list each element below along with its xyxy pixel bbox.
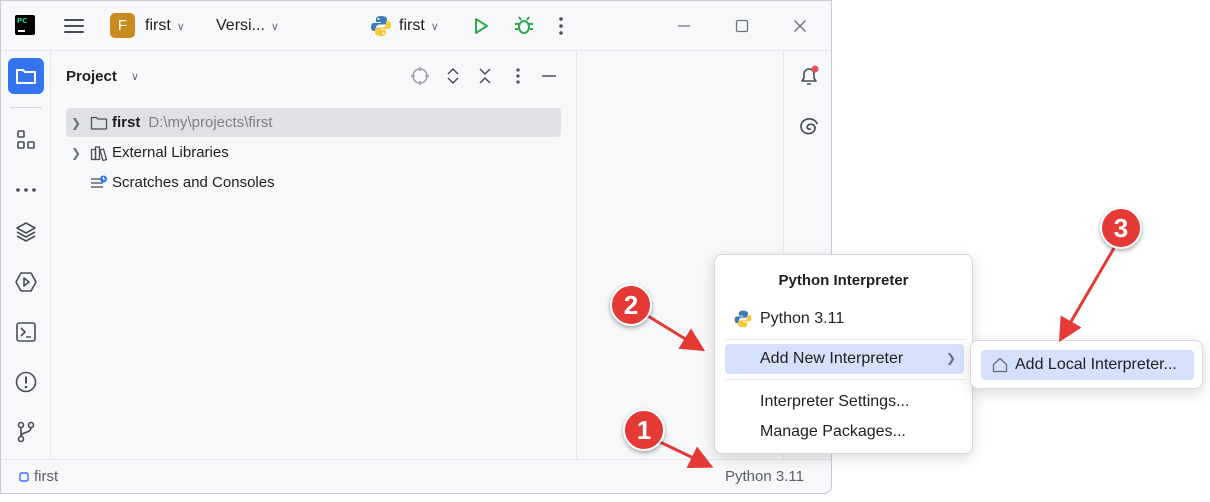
- annotation-badge-2: 2: [610, 284, 652, 326]
- annotation-arrow-2: [647, 314, 706, 352]
- annotation-arrows: [647, 247, 1116, 469]
- annotation-arrow-1: [659, 440, 714, 469]
- annotation-arrow-3: [1058, 247, 1116, 343]
- annotation-badge-1: 1: [623, 409, 665, 451]
- annotation-badge-3: 3: [1100, 207, 1142, 249]
